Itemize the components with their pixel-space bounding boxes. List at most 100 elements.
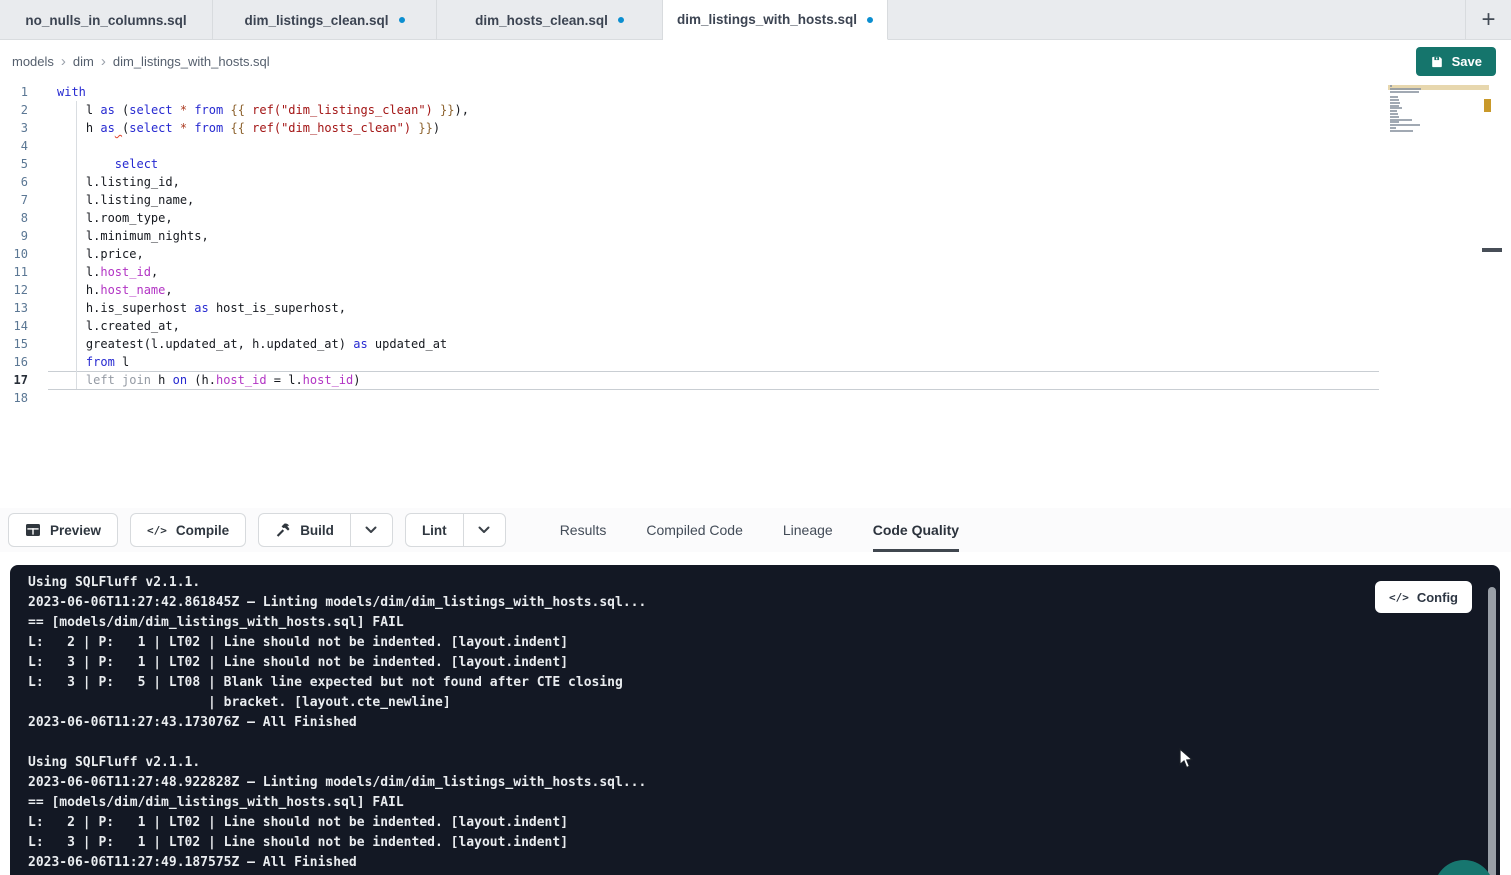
preview-button[interactable]: Preview: [8, 513, 118, 547]
lint-button[interactable]: Lint: [406, 514, 463, 546]
overview-ruler-warning-marker: [1484, 99, 1491, 112]
code-line-10[interactable]: l.price,: [57, 245, 1511, 263]
code-line-11[interactable]: l.host_id,: [57, 263, 1511, 281]
code-token: {{: [230, 121, 244, 135]
file-tabs-container: no_nulls_in_columns.sqldim_listings_clea…: [0, 0, 888, 39]
compile-button[interactable]: </> Compile: [130, 513, 246, 547]
breadcrumb-item[interactable]: dim_listings_with_hosts.sql: [113, 54, 270, 69]
code-token: ref("dim_hosts_clean"): [252, 121, 411, 135]
table-grid-icon: [25, 522, 41, 538]
code-token: as: [194, 301, 208, 315]
code-line-5[interactable]: select: [57, 155, 1511, 173]
code-token: host_id: [216, 373, 267, 387]
panel-tab-compiled-code[interactable]: Compiled Code: [646, 508, 743, 552]
code-line-8[interactable]: l.room_type,: [57, 209, 1511, 227]
panel-tab-code-quality[interactable]: Code Quality: [873, 508, 959, 552]
code-token: l: [57, 103, 100, 117]
chevron-down-icon: [365, 526, 377, 534]
line-number: 9: [0, 227, 44, 245]
code-lines[interactable]: with l as (select * from {{ ref("dim_lis…: [57, 83, 1511, 407]
terminal-line: L: 3 | P: 1 | LT02 | Line should not be …: [28, 653, 1500, 673]
code-token: [115, 121, 122, 135]
code-line-14[interactable]: l.created_at,: [57, 317, 1511, 335]
unsaved-changes-dot-icon: [399, 17, 405, 23]
build-button[interactable]: Build: [259, 514, 350, 546]
line-number: 6: [0, 173, 44, 191]
code-line-6[interactable]: l.listing_id,: [57, 173, 1511, 191]
lint-output-terminal[interactable]: Using SQLFluff v2.1.1. 2023-06-06T11:27:4…: [10, 565, 1500, 875]
editor-minimap[interactable]: [1388, 84, 1490, 136]
terminal-line: Using SQLFluff v2.1.1.: [28, 573, 1500, 593]
minimap-line: [1390, 102, 1400, 104]
lint-dropdown-button[interactable]: [463, 514, 505, 546]
file-tab-dim_listings_clean[interactable]: dim_listings_clean.sql: [213, 0, 437, 40]
code-line-12[interactable]: h.host_name,: [57, 281, 1511, 299]
code-line-1[interactable]: with: [57, 83, 1511, 101]
code-line-3[interactable]: h as (select * from {{ ref("dim_hosts_cl…: [57, 119, 1511, 137]
code-token: {{: [230, 103, 244, 117]
config-button[interactable]: </> Config: [1375, 581, 1472, 613]
file-tab-no_nulls_in_columns[interactable]: no_nulls_in_columns.sql: [0, 0, 213, 40]
code-token: ,: [165, 283, 172, 297]
minimap-line: [1390, 121, 1399, 123]
terminal-line: [28, 733, 1500, 753]
code-token: left join: [57, 373, 151, 387]
code-token: l.listing_name,: [57, 193, 194, 207]
line-number: 8: [0, 209, 44, 227]
terminal-line: L: 2 | P: 1 | LT02 | Line should not be …: [28, 633, 1500, 653]
code-line-17[interactable]: left join h on (h.host_id = l.host_id): [57, 371, 1511, 389]
code-token: ,: [151, 265, 158, 279]
minimap-line: [1390, 116, 1399, 118]
code-line-2[interactable]: l as (select * from {{ ref("dim_listings…: [57, 101, 1511, 119]
code-token: select: [129, 121, 172, 135]
terminal-line: | bracket. [layout.cte_newline]: [28, 693, 1500, 713]
new-tab-button[interactable]: +: [1466, 0, 1511, 40]
terminal-line: == [models/dim/dim_listings_with_hosts.s…: [28, 793, 1500, 813]
line-number: 15: [0, 335, 44, 353]
line-number: 12: [0, 281, 44, 299]
code-token: select: [115, 157, 158, 171]
code-token: (h.: [187, 373, 216, 387]
code-line-16[interactable]: from l: [57, 353, 1511, 371]
code-token: [433, 103, 440, 117]
code-line-13[interactable]: h.is_superhost as host_is_superhost,: [57, 299, 1511, 317]
lint-button-label: Lint: [422, 523, 447, 538]
code-token: }}: [440, 103, 454, 117]
terminal-scrollbar-thumb[interactable]: [1488, 587, 1496, 875]
code-token: l.price,: [57, 247, 144, 261]
floppy-disk-icon: [1430, 55, 1444, 69]
code-token: = l.: [267, 373, 303, 387]
code-token: updated_at: [368, 337, 447, 351]
minimap-line: [1390, 130, 1413, 132]
code-line-15[interactable]: greatest(l.updated_at, h.updated_at) as …: [57, 335, 1511, 353]
code-line-18[interactable]: [57, 389, 1511, 407]
code-editor[interactable]: 123456789101112131415161718 with l as (s…: [0, 81, 1511, 508]
panel-tab-results[interactable]: Results: [560, 508, 607, 552]
save-button-label: Save: [1452, 54, 1482, 69]
code-token: h: [57, 121, 100, 135]
code-line-9[interactable]: l.minimum_nights,: [57, 227, 1511, 245]
code-line-4[interactable]: [57, 137, 1511, 155]
code-line-7[interactable]: l.listing_name,: [57, 191, 1511, 209]
hammer-icon: [275, 522, 291, 538]
breadcrumb-item[interactable]: dim: [73, 54, 94, 69]
code-token: l.listing_id,: [57, 175, 180, 189]
code-token: ): [353, 373, 360, 387]
minimap-line: [1390, 107, 1402, 109]
terminal-line: 2023-06-06T11:27:43.173076Z — All Finish…: [28, 713, 1500, 733]
file-tab-dim_listings_with_hosts[interactable]: dim_listings_with_hosts.sql: [663, 0, 888, 40]
panel-tab-lineage[interactable]: Lineage: [783, 508, 833, 552]
file-tab-dim_hosts_clean[interactable]: dim_hosts_clean.sql: [437, 0, 663, 40]
terminal-line: 2023-06-06T11:27:49.187575Z — All Finish…: [28, 853, 1500, 873]
minimap-line: [1390, 110, 1397, 112]
line-number: 18: [0, 389, 44, 407]
build-dropdown-button[interactable]: [350, 514, 392, 546]
dbt-ide-window: no_nulls_in_columns.sqldim_listings_clea…: [0, 0, 1511, 875]
breadcrumb-item[interactable]: models: [12, 54, 54, 69]
minimap-line: [1390, 127, 1396, 129]
terminal-line: == [models/dim/dim_listings_with_hosts.s…: [28, 613, 1500, 633]
build-split-button: Build: [258, 513, 393, 547]
save-button[interactable]: Save: [1416, 47, 1496, 76]
code-token: l.minimum_nights,: [57, 229, 209, 243]
minimap-line: [1390, 88, 1421, 90]
